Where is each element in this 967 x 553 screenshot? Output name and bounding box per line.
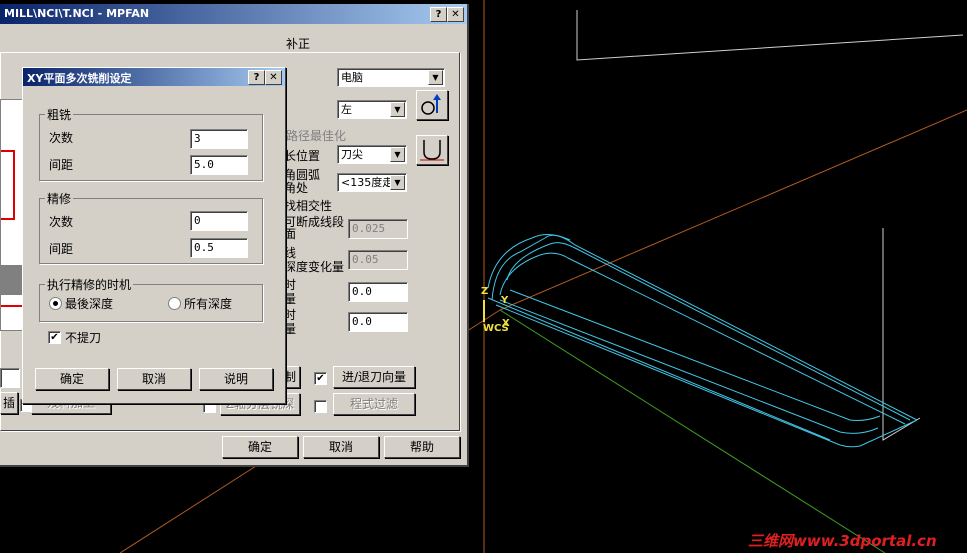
left-partial-input[interactable] <box>0 368 20 388</box>
comp-type-select[interactable]: 电脑 ▼ <box>337 68 445 87</box>
no-lift-label: 不提刀 <box>65 331 102 345</box>
comp-dir-icon-button[interactable] <box>416 90 448 120</box>
tip-pos-label: 长位置 <box>284 149 321 163</box>
rough-step-label: 间距 <box>49 158 74 172</box>
arc-label-2: 角处 <box>284 181 309 195</box>
lead-checkbox[interactable]: ✔ <box>314 372 327 385</box>
depth-change-input[interactable]: 0.05 <box>348 250 408 270</box>
dialog-explain-button[interactable]: 说明 <box>199 368 273 390</box>
comp-dir-value: 左 <box>341 103 352 116</box>
comp-type-value: 电脑 <box>341 71 363 84</box>
lead-button[interactable]: 进/退刀向量 <box>333 366 415 388</box>
depth-change-label-2: 深度变化量 <box>284 260 345 274</box>
radio-last-depth[interactable] <box>49 297 62 310</box>
tip-pos-value: 刀尖 <box>341 148 363 161</box>
rough-group-label: 粗铣 <box>45 106 74 123</box>
multipass-dialog: XY平面多次铣削设定 ? ✕ 粗铣 次数 3 间距 5.0 精修 次数 0 间距… <box>22 67 286 404</box>
no-lift-checkbox[interactable]: ✔ <box>48 331 61 344</box>
intersect-label: 找相交性 <box>284 199 333 213</box>
arc-select[interactable]: <135度走 ▼ <box>337 173 407 192</box>
partial-left-button[interactable]: 插 <box>0 392 18 414</box>
main-help-button[interactable]: 帮助 <box>384 436 460 458</box>
main-ok-button[interactable]: 确定 <box>222 436 298 458</box>
rough-step-input[interactable]: 5.0 <box>190 155 248 175</box>
dialog-title: XY平面多次铣削设定 <box>27 72 132 85</box>
main-titlebar[interactable]: MILL\NCI\T.NCI - MPFAN ? ✕ <box>0 4 467 24</box>
comp-left-icon <box>421 94 441 115</box>
finish-step-input[interactable]: 0.5 <box>190 238 248 258</box>
optimize-label: 路径最佳化 <box>286 129 347 143</box>
axis-z-marker <box>483 300 485 322</box>
filter-button[interactable]: 程式过滤 <box>333 393 415 415</box>
watermark: 三维网www.3dportal.cn <box>748 532 937 550</box>
wcs-label: WCS <box>483 323 509 334</box>
radio-all-depth-label: 所有深度 <box>184 297 233 311</box>
main-cancel-button[interactable]: 取消 <box>303 436 379 458</box>
comp-dir-select[interactable]: 左 ▼ <box>337 100 407 119</box>
finish-count-input[interactable]: 0 <box>190 211 248 231</box>
dialog-close-icon[interactable]: ✕ <box>265 70 282 85</box>
chevron-down-icon[interactable]: ▼ <box>390 175 405 190</box>
chevron-down-icon[interactable]: ▼ <box>390 102 405 117</box>
finish-count-label: 次数 <box>49 215 74 229</box>
stock1-input[interactable]: 0.0 <box>348 282 408 302</box>
break-input[interactable]: 0.025 <box>348 219 408 239</box>
main-window-title: MILL\NCI\T.NCI - MPFAN <box>4 7 150 20</box>
timing-group-label: 执行精修的时机 <box>45 276 134 293</box>
dialog-ok-button[interactable]: 确定 <box>35 368 109 390</box>
dialog-help-icon[interactable]: ? <box>248 70 265 85</box>
axis-y-label: Y <box>501 295 509 306</box>
tip-pos-icon-button[interactable] <box>416 135 448 165</box>
finish-step-label: 间距 <box>49 242 74 256</box>
main-close-icon[interactable]: ✕ <box>447 7 464 22</box>
comp-label: 补正 <box>286 37 311 51</box>
dialog-cancel-button[interactable]: 取消 <box>117 368 191 390</box>
tool-tip-icon <box>420 140 444 161</box>
filter-checkbox[interactable] <box>314 400 327 413</box>
chevron-down-icon[interactable]: ▼ <box>428 70 443 85</box>
tip-pos-select[interactable]: 刀尖 ▼ <box>337 145 407 164</box>
radio-all-depth[interactable] <box>168 297 181 310</box>
rough-count-label: 次数 <box>49 131 74 145</box>
dialog-titlebar[interactable]: XY平面多次铣削设定 ? ✕ <box>23 68 285 86</box>
axis-z-label: Z <box>481 286 489 297</box>
rough-count-input[interactable]: 3 <box>190 129 248 149</box>
finish-group-label: 精修 <box>45 190 74 207</box>
arc-value: <135度走 <box>341 176 394 189</box>
main-help-icon[interactable]: ? <box>430 7 447 22</box>
chevron-down-icon[interactable]: ▼ <box>390 147 405 162</box>
stock2-input[interactable]: 0.0 <box>348 312 408 332</box>
radio-last-depth-label: 最後深度 <box>65 297 114 311</box>
